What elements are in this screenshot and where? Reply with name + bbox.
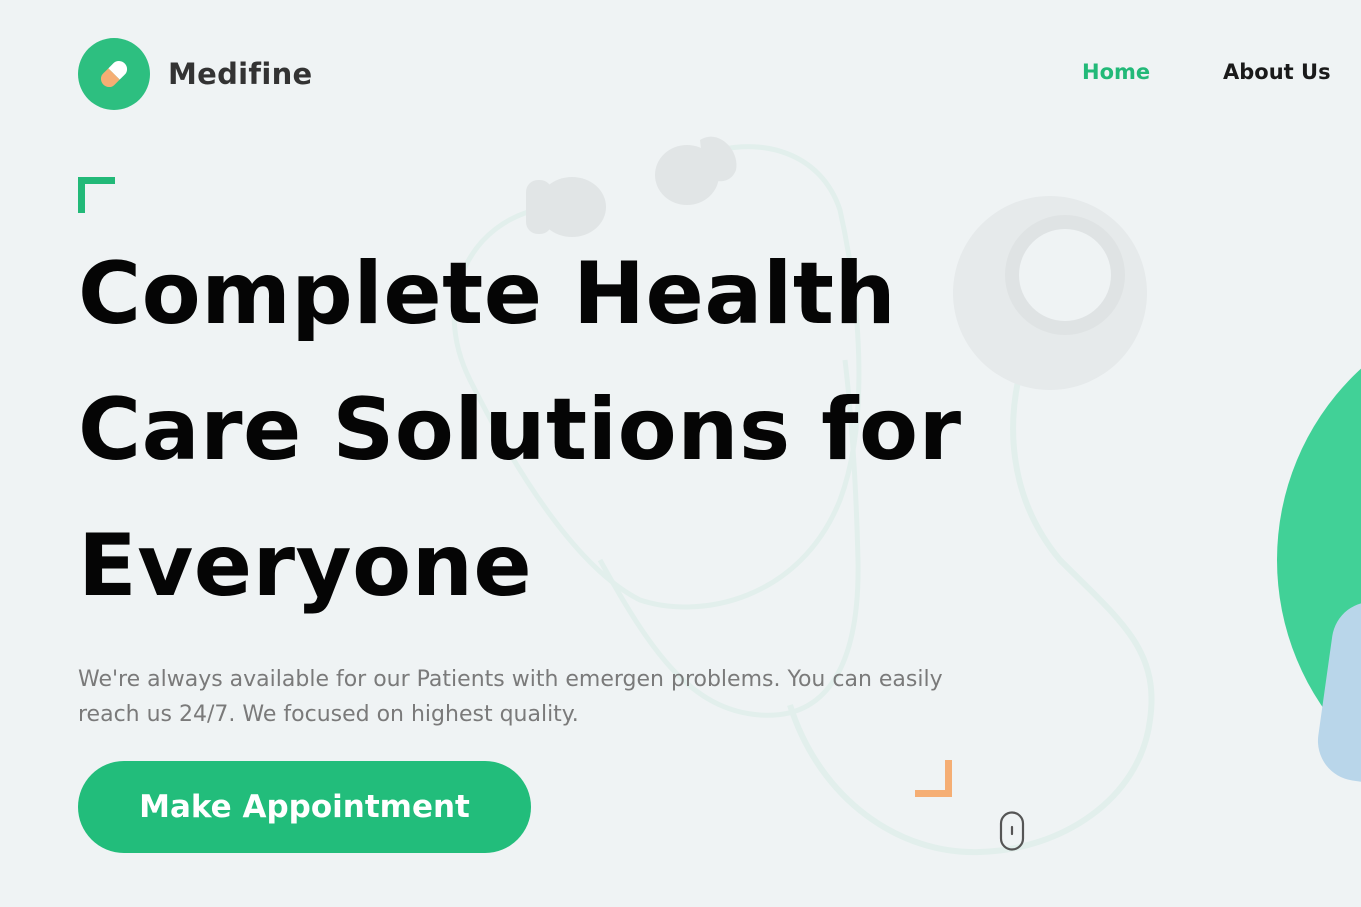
make-appointment-button[interactable]: Make Appointment <box>78 761 531 853</box>
hero-description: We're always available for our Patients … <box>78 667 943 727</box>
corner-accent-orange <box>915 760 952 797</box>
main-nav: Home About Us <box>0 60 1361 90</box>
hero-title-line: Complete Health <box>78 244 897 344</box>
corner-accent-green <box>78 177 115 213</box>
hero-title-line: Care Solutions for <box>78 380 962 480</box>
mouse-scroll-icon[interactable] <box>999 811 1025 851</box>
landing-page: Medifine Home About Us Complete Health C… <box>0 0 1361 907</box>
nav-item-home[interactable]: Home <box>1082 60 1150 84</box>
hero-title: Complete Health Care Solutions for Every… <box>78 226 1018 634</box>
nav-item-about-us[interactable]: About Us <box>1223 60 1331 84</box>
hero-title-line: Everyone <box>78 516 533 616</box>
